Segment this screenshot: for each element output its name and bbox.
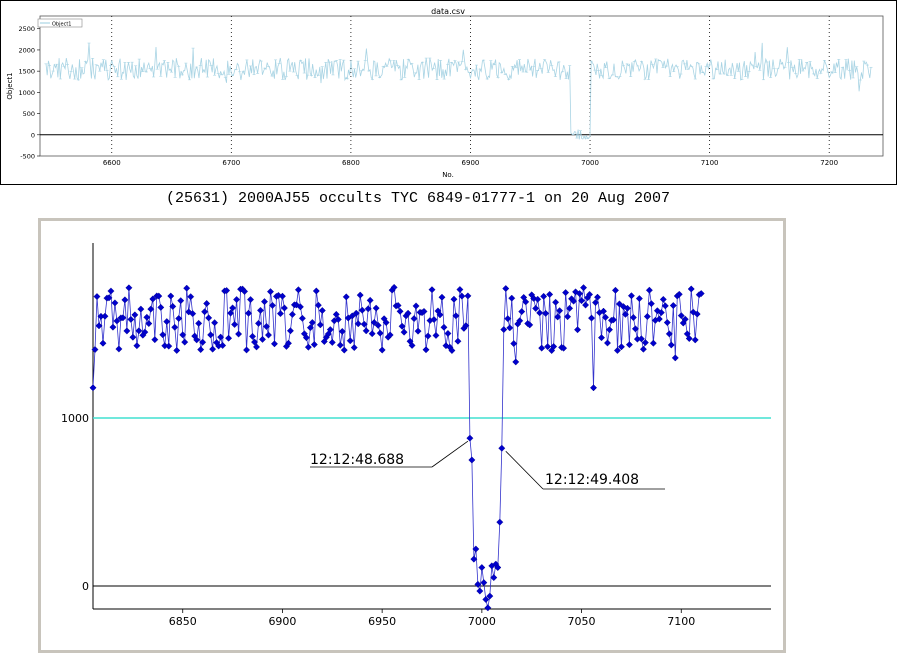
x-tick-label: 7050 bbox=[568, 615, 596, 628]
zoom-chart: 0 1000 6850 6900 6950 7000 7050 7100 12:12:48.… bbox=[38, 218, 788, 655]
x-tick-label: 7100 bbox=[667, 615, 695, 628]
y-tick-label: 1500 bbox=[18, 68, 35, 76]
x-tick-label: 6800 bbox=[342, 159, 360, 167]
x-tick-label: 7000 bbox=[468, 615, 496, 628]
x-tick-label: 6900 bbox=[462, 159, 480, 167]
y-tick-label: -500 bbox=[20, 153, 35, 161]
zoom-frame bbox=[38, 218, 786, 653]
x-tick-label: 6600 bbox=[103, 159, 121, 167]
overview-legend: Object1 bbox=[37, 18, 83, 28]
x-tick-label: 6850 bbox=[169, 615, 197, 628]
x-tick-label: 6700 bbox=[222, 159, 240, 167]
x-tick-label: 6900 bbox=[268, 615, 296, 628]
overview-y-label: Object1 bbox=[6, 72, 14, 99]
x-tick-label: 7200 bbox=[820, 159, 838, 167]
y-tick-label: 2000 bbox=[18, 46, 35, 54]
legend-entry-object1: Object1 bbox=[52, 22, 71, 28]
overview-chart: data.csv -500 0 500 1000 1500 2000 2500 6600 67… bbox=[0, 0, 898, 186]
y-tick-label: 0 bbox=[31, 131, 35, 139]
zoom-chart-svg: 0 1000 6850 6900 6950 7000 7050 7100 12:12:48.… bbox=[38, 218, 786, 653]
y-tick-label: 1000 bbox=[61, 412, 89, 425]
x-tick-label: 7100 bbox=[701, 159, 719, 167]
overview-title: data.csv bbox=[431, 7, 465, 16]
overview-chart-svg: data.csv -500 0 500 1000 1500 2000 2500 6600 67… bbox=[0, 0, 897, 185]
chart-caption: (25631) 2000AJ55 occults TYC 6849-01777-… bbox=[165, 190, 671, 207]
annotation-label: 12:12:48.688 bbox=[310, 452, 404, 468]
y-tick-label: 0 bbox=[82, 580, 89, 593]
x-tick-label: 7000 bbox=[581, 159, 599, 167]
overview-frame bbox=[0, 0, 897, 185]
y-tick-label: 500 bbox=[23, 110, 35, 118]
annotation-label: 12:12:49.408 bbox=[545, 472, 639, 488]
y-tick-label: 1000 bbox=[18, 89, 35, 97]
x-tick-label: 6950 bbox=[368, 615, 396, 628]
overview-x-label: No. bbox=[442, 171, 454, 179]
y-tick-label: 2500 bbox=[18, 25, 35, 33]
